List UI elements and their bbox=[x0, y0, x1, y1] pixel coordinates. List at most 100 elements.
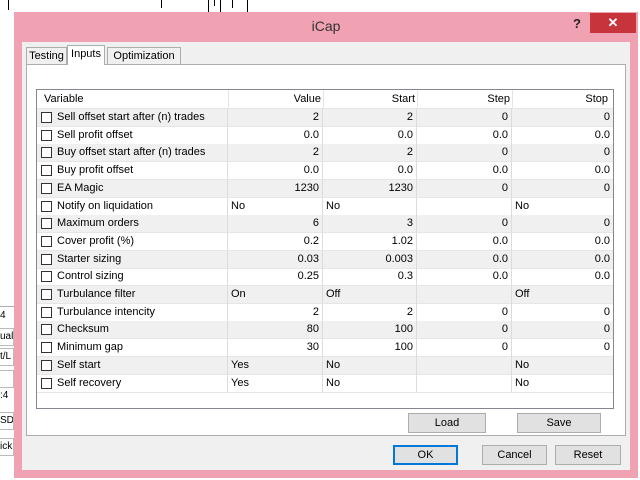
ok-button[interactable]: OK bbox=[393, 445, 458, 465]
table-row[interactable]: Checksum 80 100 0 0 bbox=[37, 321, 613, 340]
column-header-variable[interactable]: Variable bbox=[44, 90, 84, 108]
cell-start[interactable]: No bbox=[323, 197, 417, 216]
cell-value[interactable]: On bbox=[228, 286, 323, 304]
table-row[interactable]: Notify on liquidation No No No bbox=[37, 197, 613, 216]
cell-stop[interactable]: 0 bbox=[512, 339, 613, 358]
cell-step[interactable]: 0 bbox=[417, 144, 512, 163]
cell-step[interactable] bbox=[417, 374, 512, 393]
cell-step[interactable] bbox=[417, 286, 512, 304]
cell-value[interactable]: 0.0 bbox=[228, 162, 323, 181]
cell-value[interactable]: 6 bbox=[228, 215, 323, 234]
optimize-checkbox[interactable] bbox=[41, 200, 52, 212]
cell-start[interactable]: No bbox=[323, 356, 417, 375]
cell-start[interactable]: 2 bbox=[323, 144, 417, 163]
title-bar[interactable]: iCap ? ✕ bbox=[14, 12, 638, 40]
table-row[interactable]: Self recovery Yes No No bbox=[37, 374, 613, 393]
cell-start[interactable]: 2 bbox=[323, 303, 417, 322]
cell-value[interactable]: 0.03 bbox=[228, 250, 323, 269]
cell-start[interactable]: 2 bbox=[323, 109, 417, 127]
table-row[interactable]: Buy offset start after (n) trades 2 2 0 0 bbox=[37, 144, 613, 163]
optimize-checkbox[interactable] bbox=[41, 235, 52, 247]
cell-value[interactable]: 0.25 bbox=[228, 268, 323, 287]
cell-step[interactable]: 0.0 bbox=[417, 268, 512, 287]
optimize-checkbox[interactable] bbox=[41, 342, 52, 354]
column-header-start[interactable]: Start bbox=[324, 90, 415, 108]
cell-stop[interactable]: 0 bbox=[512, 321, 613, 340]
cell-value[interactable]: Yes bbox=[228, 374, 323, 393]
reset-button[interactable]: Reset bbox=[555, 445, 621, 465]
cell-stop[interactable]: 0.0 bbox=[512, 233, 613, 251]
optimize-checkbox[interactable] bbox=[41, 182, 52, 194]
cell-start[interactable]: 0.0 bbox=[323, 162, 417, 181]
optimize-checkbox[interactable] bbox=[41, 289, 52, 300]
table-row[interactable]: Starter sizing 0.03 0.003 0.0 0.0 bbox=[37, 250, 613, 269]
load-button[interactable]: Load bbox=[408, 413, 486, 433]
cell-value[interactable]: 1230 bbox=[228, 179, 323, 198]
table-row[interactable]: Turbulance intencity 2 2 0 0 bbox=[37, 303, 613, 322]
cell-step[interactable]: 0 bbox=[417, 339, 512, 358]
table-row[interactable]: EA Magic 1230 1230 0 0 bbox=[37, 179, 613, 198]
cancel-button[interactable]: Cancel bbox=[482, 445, 547, 465]
cell-value[interactable]: Yes bbox=[228, 356, 323, 375]
cell-start[interactable]: No bbox=[323, 374, 417, 393]
optimize-checkbox[interactable] bbox=[41, 165, 52, 177]
column-header-stop[interactable]: Stop bbox=[513, 90, 608, 108]
cell-start[interactable]: 0.0 bbox=[323, 126, 417, 145]
column-header-value[interactable]: Value bbox=[229, 90, 321, 108]
table-row[interactable]: Cover profit (%) 0.2 1.02 0.0 0.0 bbox=[37, 232, 613, 251]
cell-stop[interactable]: No bbox=[512, 375, 613, 393]
optimize-checkbox[interactable] bbox=[41, 377, 52, 389]
cell-stop[interactable]: 0 bbox=[512, 304, 613, 322]
cell-value[interactable]: 0.0 bbox=[228, 126, 323, 145]
cell-step[interactable] bbox=[417, 197, 512, 216]
cell-start[interactable]: 3 bbox=[323, 215, 417, 234]
optimize-checkbox[interactable] bbox=[41, 112, 52, 123]
cell-stop[interactable]: 0.0 bbox=[512, 127, 613, 145]
cell-stop[interactable]: Off bbox=[512, 286, 613, 304]
cell-step[interactable]: 0.0 bbox=[417, 250, 512, 269]
optimize-checkbox[interactable] bbox=[41, 147, 52, 159]
optimize-checkbox[interactable] bbox=[41, 271, 52, 283]
cell-step[interactable]: 0 bbox=[417, 215, 512, 234]
cell-step[interactable]: 0 bbox=[417, 109, 512, 127]
table-row[interactable]: Sell profit offset 0.0 0.0 0.0 0.0 bbox=[37, 126, 613, 145]
cell-value[interactable]: 0.2 bbox=[228, 232, 323, 251]
cell-stop[interactable]: No bbox=[512, 198, 613, 216]
table-row[interactable]: Minimum gap 30 100 0 0 bbox=[37, 339, 613, 358]
cell-step[interactable] bbox=[417, 356, 512, 375]
cell-stop[interactable]: 0 bbox=[512, 215, 613, 234]
cell-stop[interactable]: 0.0 bbox=[512, 268, 613, 287]
cell-stop[interactable]: No bbox=[512, 356, 613, 375]
tab-inputs[interactable]: Inputs bbox=[67, 45, 105, 65]
cell-start[interactable]: 0.003 bbox=[323, 250, 417, 269]
table-row[interactable]: Self start Yes No No bbox=[37, 356, 613, 375]
cell-start[interactable]: 100 bbox=[323, 339, 417, 358]
optimize-checkbox[interactable] bbox=[41, 306, 52, 318]
cell-step[interactable]: 0.0 bbox=[417, 126, 512, 145]
table-row[interactable]: Turbulance filter On Off Off bbox=[37, 286, 613, 304]
optimize-checkbox[interactable] bbox=[41, 218, 52, 230]
cell-step[interactable]: 0.0 bbox=[417, 162, 512, 181]
help-button[interactable]: ? bbox=[570, 16, 584, 32]
cell-stop[interactable]: 0.0 bbox=[512, 250, 613, 269]
table-row[interactable]: Sell offset start after (n) trades 2 2 0 0 bbox=[37, 109, 613, 127]
cell-value[interactable]: 80 bbox=[228, 321, 323, 340]
optimize-checkbox[interactable] bbox=[41, 359, 52, 371]
tab-optimization[interactable]: Optimization bbox=[107, 47, 181, 64]
save-button[interactable]: Save bbox=[517, 413, 601, 433]
tab-testing[interactable]: Testing bbox=[26, 47, 67, 64]
cell-start[interactable]: 100 bbox=[323, 321, 417, 340]
cell-stop[interactable]: 0.0 bbox=[512, 162, 613, 181]
cell-stop[interactable]: 0 bbox=[512, 109, 613, 127]
cell-start[interactable]: 1.02 bbox=[323, 232, 417, 251]
cell-stop[interactable]: 0 bbox=[512, 179, 613, 198]
cell-step[interactable]: 0 bbox=[417, 321, 512, 340]
close-button[interactable]: ✕ bbox=[590, 13, 636, 33]
cell-value[interactable]: 2 bbox=[228, 144, 323, 163]
optimize-checkbox[interactable] bbox=[41, 253, 52, 265]
table-row[interactable]: Maximum orders 6 3 0 0 bbox=[37, 215, 613, 234]
table-row[interactable]: Control sizing 0.25 0.3 0.0 0.0 bbox=[37, 268, 613, 287]
cell-value[interactable]: 2 bbox=[228, 303, 323, 322]
optimize-checkbox[interactable] bbox=[41, 129, 52, 141]
cell-start[interactable]: Off bbox=[323, 286, 417, 304]
